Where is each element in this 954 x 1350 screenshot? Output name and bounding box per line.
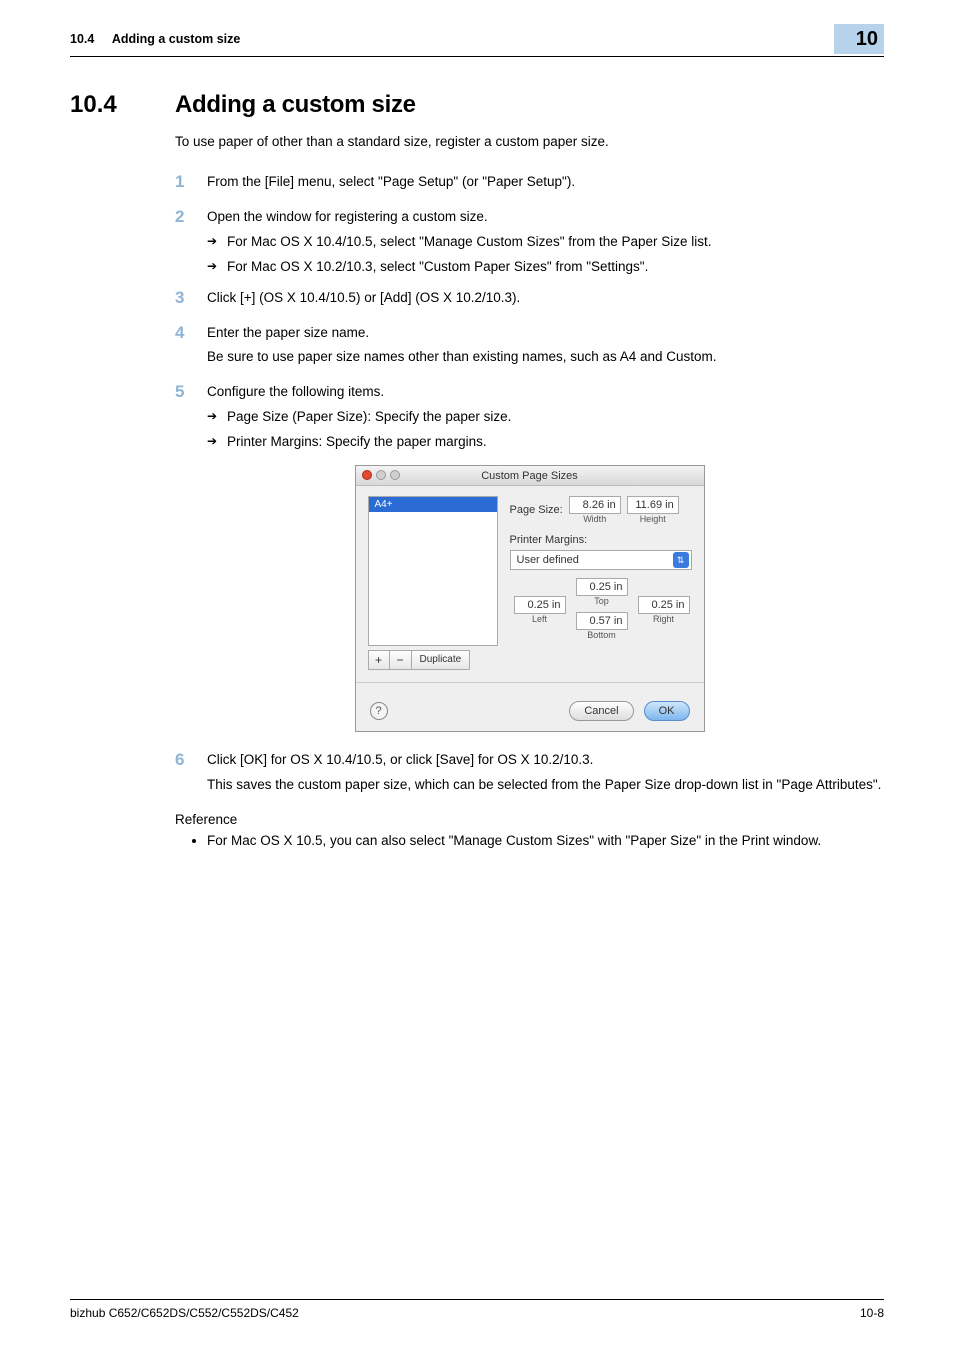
step-text: This saves the custom paper size, which …	[207, 775, 884, 796]
step-text: Click [+] (OS X 10.4/10.5) or [Add] (OS …	[207, 288, 884, 309]
step-text: Be sure to use paper size names other th…	[207, 347, 884, 368]
margin-left-label: Left	[514, 614, 566, 624]
margins-dropdown-value: User defined	[517, 554, 579, 566]
add-button[interactable]: +	[368, 650, 390, 670]
chevron-updown-icon: ⇅	[673, 552, 689, 568]
step-text: Open the window for registering a custom…	[207, 207, 884, 228]
step-text: From the [File] menu, select "Page Setup…	[207, 172, 884, 193]
margins-dropdown[interactable]: User defined ⇅	[510, 550, 692, 570]
step-sub: For Mac OS X 10.4/10.5, select "Manage C…	[207, 232, 884, 253]
margin-left-input[interactable]: 0.25 in	[514, 596, 566, 614]
step-number: 6	[175, 750, 207, 800]
height-label: Height	[627, 514, 679, 524]
heading-number: 10.4	[70, 91, 175, 119]
reference-section: Reference For Mac OS X 10.5, you can als…	[175, 812, 884, 851]
header-section-title: Adding a custom size	[112, 32, 241, 46]
page-title: Adding a custom size	[175, 91, 884, 119]
height-input[interactable]: 11.69 in	[627, 496, 679, 514]
margin-top-label: Top	[576, 596, 628, 606]
step: 2 Open the window for registering a cust…	[175, 207, 884, 278]
step-number: 1	[175, 172, 207, 197]
header-section-number: 10.4	[70, 32, 94, 46]
step-text: Enter the paper size name.	[207, 323, 884, 344]
list-item[interactable]: A4+	[369, 497, 497, 512]
dialog-titlebar: Custom Page Sizes	[356, 466, 704, 486]
reference-heading: Reference	[175, 812, 884, 827]
chapter-badge: 10	[834, 24, 884, 54]
step-number: 3	[175, 288, 207, 313]
help-icon[interactable]: ?	[370, 702, 388, 720]
margin-right-label: Right	[638, 614, 690, 624]
step-sub: Page Size (Paper Size): Specify the pape…	[207, 407, 884, 428]
running-header: 10.4 Adding a custom size	[70, 32, 240, 46]
custom-page-sizes-dialog: Custom Page Sizes A4+ Page Size:	[355, 465, 705, 732]
printer-margins-label: Printer Margins:	[510, 534, 692, 546]
width-label: Width	[569, 514, 621, 524]
margin-top-input[interactable]: 0.25 in	[576, 578, 628, 596]
remove-button[interactable]: −	[390, 650, 412, 670]
cancel-button[interactable]: Cancel	[569, 701, 633, 721]
dialog-title: Custom Page Sizes	[481, 470, 578, 482]
divider	[356, 682, 704, 683]
margin-bottom-input[interactable]: 0.57 in	[576, 612, 628, 630]
footer-left: bizhub C652/C652DS/C552/C552DS/C452	[70, 1306, 299, 1320]
margin-bottom-label: Bottom	[576, 630, 628, 640]
step-number: 2	[175, 207, 207, 278]
ok-button[interactable]: OK	[644, 701, 690, 721]
step: 4 Enter the paper size name. Be sure to …	[175, 323, 884, 373]
reference-bullet: For Mac OS X 10.5, you can also select "…	[207, 831, 884, 851]
step: 5 Configure the following items. Page Si…	[175, 382, 884, 453]
step-text: Click [OK] for OS X 10.4/10.5, or click …	[207, 750, 884, 771]
width-input[interactable]: 8.26 in	[569, 496, 621, 514]
step-sub: For Mac OS X 10.2/10.3, select "Custom P…	[207, 257, 884, 278]
footer-right: 10-8	[860, 1306, 884, 1320]
minimize-icon[interactable]	[376, 470, 386, 480]
step-sub: Printer Margins: Specify the paper margi…	[207, 432, 884, 453]
margin-right-input[interactable]: 0.25 in	[638, 596, 690, 614]
step: 3 Click [+] (OS X 10.4/10.5) or [Add] (O…	[175, 288, 884, 313]
zoom-icon[interactable]	[390, 470, 400, 480]
page-size-label: Page Size:	[510, 504, 563, 516]
step-text: Configure the following items.	[207, 382, 884, 403]
size-list[interactable]: A4+	[368, 496, 498, 646]
close-icon[interactable]	[362, 470, 372, 480]
step-number: 5	[175, 382, 207, 453]
step: 6 Click [OK] for OS X 10.4/10.5, or clic…	[175, 750, 884, 800]
intro-text: To use paper of other than a standard si…	[175, 133, 884, 152]
step: 1 From the [File] menu, select "Page Set…	[175, 172, 884, 197]
step-number: 4	[175, 323, 207, 373]
duplicate-button[interactable]: Duplicate	[412, 650, 471, 670]
